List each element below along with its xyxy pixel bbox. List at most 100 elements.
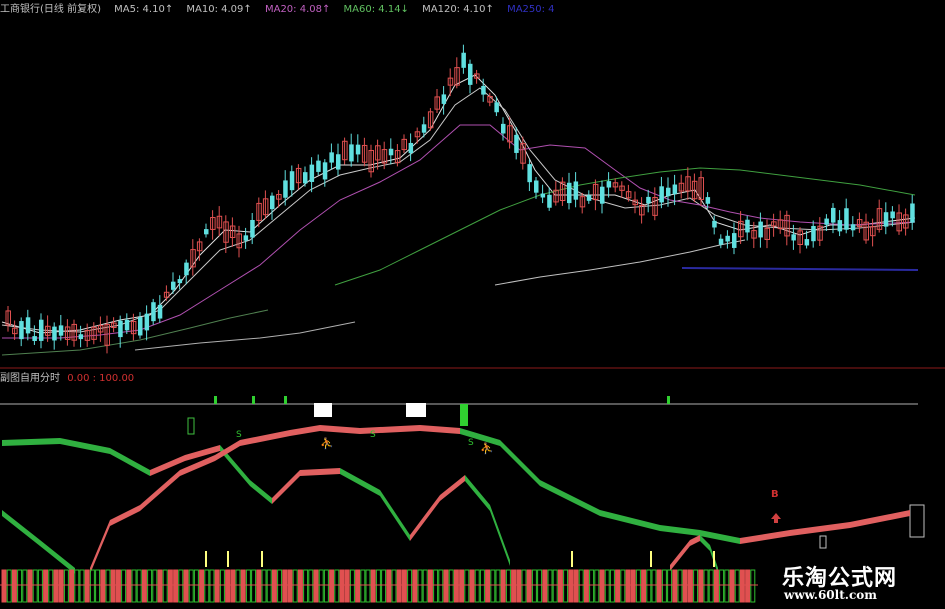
histogram-bar xyxy=(599,569,605,603)
candle-body-down xyxy=(322,162,328,180)
histogram-bar xyxy=(396,569,402,603)
histogram-bar xyxy=(630,569,636,603)
ma60-line-right xyxy=(334,167,916,286)
histogram-bar xyxy=(391,569,397,603)
candle-body-down xyxy=(586,195,592,201)
trend-band-rising xyxy=(215,425,460,461)
ma20-line xyxy=(2,124,916,339)
histogram-bar xyxy=(214,569,220,603)
histogram-bar xyxy=(511,569,517,603)
signal-block xyxy=(314,403,332,417)
histogram-bar xyxy=(162,569,168,603)
histogram-bar xyxy=(677,569,683,603)
histogram-bar xyxy=(313,569,319,603)
stock-chart: S S S ⛹ ⛹ B xyxy=(0,44,945,603)
histogram-bar xyxy=(661,569,667,603)
histogram-bar xyxy=(178,569,184,603)
histogram-bar xyxy=(433,569,439,603)
histogram-bar xyxy=(204,569,210,603)
trend-band-falling xyxy=(340,468,410,541)
candle-body-down xyxy=(672,184,678,195)
histogram-bar xyxy=(713,569,719,603)
sub-chart-title: 副图自用分时 xyxy=(0,373,60,384)
histogram-bar xyxy=(69,569,75,603)
candle-body-down xyxy=(791,234,796,241)
histogram-bar xyxy=(656,569,662,603)
histogram-bar xyxy=(594,569,600,603)
candle-body-down xyxy=(831,207,836,223)
histogram-bar xyxy=(531,569,537,603)
histogram-bar xyxy=(474,569,480,603)
histogram-bar xyxy=(355,569,361,603)
signal-outline-box xyxy=(819,535,827,549)
histogram-bar xyxy=(485,569,491,603)
candle-body-down xyxy=(316,160,321,172)
trend-band-falling xyxy=(465,475,510,566)
histogram-bar xyxy=(693,569,699,603)
candle-body-down xyxy=(811,226,816,242)
candle-body-down xyxy=(283,180,288,198)
histogram-bar xyxy=(282,569,288,603)
histogram-bar xyxy=(266,569,272,603)
histogram-bar xyxy=(578,569,584,603)
signal-block-green xyxy=(460,404,468,426)
trend-band-falling xyxy=(460,428,740,544)
histogram-bar xyxy=(448,569,454,603)
up-arrow-icon xyxy=(771,513,781,523)
candle-body-down xyxy=(138,317,143,336)
histogram-bar xyxy=(635,569,641,603)
histogram-bar xyxy=(672,569,678,603)
histogram-bar xyxy=(568,569,574,603)
histogram-bar xyxy=(105,569,111,603)
histogram-bar xyxy=(100,569,106,603)
trend-band-rising xyxy=(740,510,910,544)
candle-body-down xyxy=(646,196,651,204)
histogram-bar xyxy=(479,569,485,603)
ma5-label: MA5: 4.10↑ xyxy=(114,4,174,15)
histogram-bar xyxy=(563,569,569,603)
histogram-bar xyxy=(375,569,381,603)
histogram-bar xyxy=(188,569,194,603)
histogram-bar xyxy=(687,569,693,603)
ma5-line xyxy=(1,74,916,334)
person-icon: ⛹ xyxy=(320,436,334,450)
histogram-bar xyxy=(79,569,85,603)
histogram-bar xyxy=(739,569,745,603)
histogram-bar xyxy=(490,569,496,603)
brand-watermark: 乐淘公式网 www.60lt.com xyxy=(762,560,945,609)
candle-body-down xyxy=(606,181,612,188)
histogram-bar xyxy=(349,569,355,603)
signal-bar xyxy=(284,396,287,404)
histogram-bar xyxy=(365,569,371,603)
candle-body-down xyxy=(718,238,724,245)
ma10-line xyxy=(1,87,916,333)
histogram-bar xyxy=(500,569,506,603)
histogram-bar xyxy=(604,569,610,603)
histogram-bar xyxy=(6,569,12,603)
histogram-bar xyxy=(323,569,329,603)
histogram-bar xyxy=(292,569,298,603)
candle-body-down xyxy=(494,102,499,113)
histogram-bar xyxy=(63,569,69,603)
histogram-bar xyxy=(401,569,407,603)
histogram-bar xyxy=(573,569,579,603)
ma120-line-right xyxy=(494,239,746,286)
candle-body-down xyxy=(600,186,605,204)
histogram-bar xyxy=(32,569,38,603)
sell-marker: S xyxy=(236,430,242,440)
sub-chart-value: 0.00 : 100.00 xyxy=(67,373,135,384)
signal-bar xyxy=(667,396,670,404)
histogram-bar xyxy=(126,569,132,603)
histogram-bar xyxy=(297,569,303,603)
histogram-bar xyxy=(557,569,563,603)
ma250-label: MA250: 4 xyxy=(507,4,555,15)
histogram-bar xyxy=(334,569,340,603)
candle-body-down xyxy=(573,181,579,200)
histogram-bar xyxy=(620,569,626,603)
histogram-bar xyxy=(734,569,740,603)
histogram-bar xyxy=(729,569,735,603)
histogram-bar xyxy=(308,569,314,603)
candle-body-down xyxy=(712,220,717,228)
candle-body-down xyxy=(151,302,156,322)
ma60-label: MA60: 4.14↓ xyxy=(343,4,409,15)
